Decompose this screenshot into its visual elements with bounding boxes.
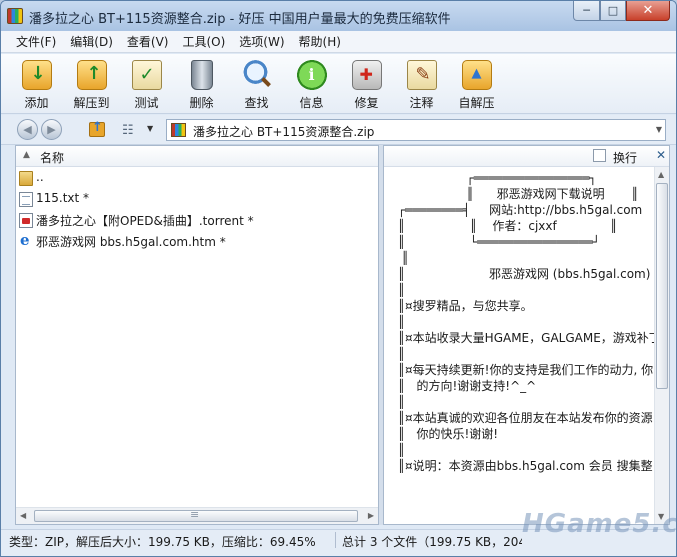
folder-up-icon [19, 171, 33, 186]
torrent-file-icon [19, 213, 33, 228]
menu-bar: 文件(F) 编辑(D) 查看(V) 工具(O) 选项(W) 帮助(H) [1, 31, 676, 53]
preview-header: 换行 ✕ [384, 146, 669, 167]
scroll-thumb[interactable] [656, 183, 668, 389]
address-bar: ◀ ▶ ☷ ▼ 潘多拉之心 BT+115资源整合.zip ▼ [1, 115, 676, 145]
add-label: 添加 [24, 96, 49, 110]
scroll-left-icon[interactable]: ◀ [20, 511, 26, 520]
menu-tools[interactable]: 工具(O) [175, 33, 232, 50]
toolbar: 添加 解压到 测试 删除 查找 信息 修复 注释 [1, 54, 676, 114]
app-window: 潘多拉之心 BT+115资源整合.zip - 好压 中国用户量最大的免费压缩软件… [0, 0, 677, 557]
horizontal-scrollbar[interactable]: ◀ ▶ [16, 507, 378, 524]
find-label: 查找 [244, 96, 269, 110]
test-icon [131, 60, 162, 90]
delete-label: 删除 [189, 96, 214, 110]
comment-label: 注释 [409, 96, 434, 110]
menu-view[interactable]: 查看(V) [120, 33, 176, 50]
column-header-name[interactable]: ▲ 名称 [16, 146, 378, 167]
menu-file[interactable]: 文件(F) [9, 33, 63, 50]
file-name: .. [36, 170, 44, 184]
sort-arrow-icon: ▲ [23, 150, 30, 160]
file-row-torrent[interactable]: 潘多拉之心【附OPED&插曲】.torrent * [16, 210, 376, 231]
status-archive-info: 类型：ZIP，解压后大小：199.75 KB，压缩比：69.45% [9, 535, 316, 549]
status-divider [335, 532, 336, 548]
comment-button[interactable]: 注释 [394, 54, 449, 114]
maximize-button[interactable]: □ [600, 1, 626, 21]
delete-button[interactable]: 删除 [174, 54, 229, 114]
find-button[interactable]: 查找 [229, 54, 284, 114]
path-dropdown-icon[interactable]: ▼ [656, 125, 662, 134]
sfx-icon [461, 60, 492, 90]
app-icon [7, 8, 23, 24]
info-button[interactable]: 信息 [284, 54, 339, 114]
preview-pane: 换行 ✕ ┌════════════════┐ ║ 邪恶游戏网下载说明 ║ ┌═… [383, 145, 670, 525]
test-button[interactable]: 测试 [119, 54, 174, 114]
add-button[interactable]: 添加 [9, 54, 64, 114]
repair-label: 修复 [354, 96, 379, 110]
file-row-htm[interactable]: 邪恶游戏网 bbs.h5gal.com.htm * [16, 231, 376, 252]
sfx-button[interactable]: 自解压 [449, 54, 504, 114]
forward-arrow-icon: ▶ [47, 123, 56, 136]
wrap-label: 换行 [613, 151, 638, 165]
text-file-icon [19, 192, 33, 207]
file-row-parent[interactable]: .. [16, 168, 376, 189]
menu-help[interactable]: 帮助(H) [292, 33, 348, 50]
repair-button[interactable]: 修复 [339, 54, 394, 114]
site-watermark: HGame5.com [522, 509, 676, 539]
window-title: 潘多拉之心 BT+115资源整合.zip - 好压 中国用户量最大的免费压缩软件 [29, 12, 451, 27]
file-row-txt[interactable]: 115.txt * [16, 189, 376, 210]
back-arrow-icon: ◀ [23, 123, 32, 136]
menu-options[interactable]: 选项(W) [232, 33, 291, 50]
add-icon [21, 60, 52, 90]
view-dropdown-icon[interactable]: ▼ [147, 124, 153, 133]
path-text: 潘多拉之心 BT+115资源整合.zip [193, 125, 375, 139]
info-label: 信息 [299, 96, 324, 110]
scroll-up-icon[interactable]: ▲ [658, 170, 664, 179]
file-list: ▲ 名称 .. 115.txt * 潘多拉之心【附OPED&插曲】.torren… [15, 145, 379, 525]
column-name-label: 名称 [40, 151, 65, 165]
sfx-label: 自解压 [458, 96, 495, 110]
scroll-right-icon[interactable]: ▶ [368, 511, 374, 520]
window-controls: ─ □ ✕ [573, 1, 670, 21]
view-mode-icon[interactable]: ☷ [122, 123, 134, 138]
up-folder-icon[interactable] [89, 120, 105, 137]
info-icon [296, 60, 327, 90]
close-button[interactable]: ✕ [626, 1, 670, 21]
status-total-info: 总计 3 个文件（199.75 KB，204,550 字节） [342, 535, 522, 549]
preview-close-button[interactable]: ✕ [656, 148, 666, 162]
back-button[interactable]: ◀ [17, 119, 38, 140]
test-label: 测试 [134, 96, 159, 110]
file-name: 邪恶游戏网 bbs.h5gal.com.htm * [36, 235, 226, 249]
title-bar[interactable]: 潘多拉之心 BT+115资源整合.zip - 好压 中国用户量最大的免费压缩软件… [1, 1, 676, 31]
preview-text: ┌════════════════┐ ║ 邪恶游戏网下载说明 ║ ┌══════… [397, 171, 656, 473]
file-name: 潘多拉之心【附OPED&插曲】.torrent * [36, 214, 254, 228]
path-field[interactable]: 潘多拉之心 BT+115资源整合.zip ▼ [166, 119, 666, 141]
extract-button[interactable]: 解压到 [64, 54, 119, 114]
scroll-thumb[interactable] [34, 508, 358, 522]
extract-icon [76, 60, 107, 90]
vertical-scrollbar[interactable]: ▲ ▼ [654, 167, 669, 524]
extract-label: 解压到 [73, 96, 110, 110]
minimize-button[interactable]: ─ [573, 1, 600, 21]
comment-icon [406, 60, 437, 90]
wrap-checkbox[interactable] [593, 149, 606, 162]
forward-button[interactable]: ▶ [41, 119, 62, 140]
repair-icon [351, 60, 382, 90]
ie-html-file-icon [19, 231, 33, 249]
file-name: 115.txt * [36, 191, 90, 205]
menu-edit[interactable]: 编辑(D) [63, 33, 120, 50]
delete-icon [190, 60, 213, 90]
find-icon [241, 60, 272, 90]
archive-icon [171, 123, 186, 137]
